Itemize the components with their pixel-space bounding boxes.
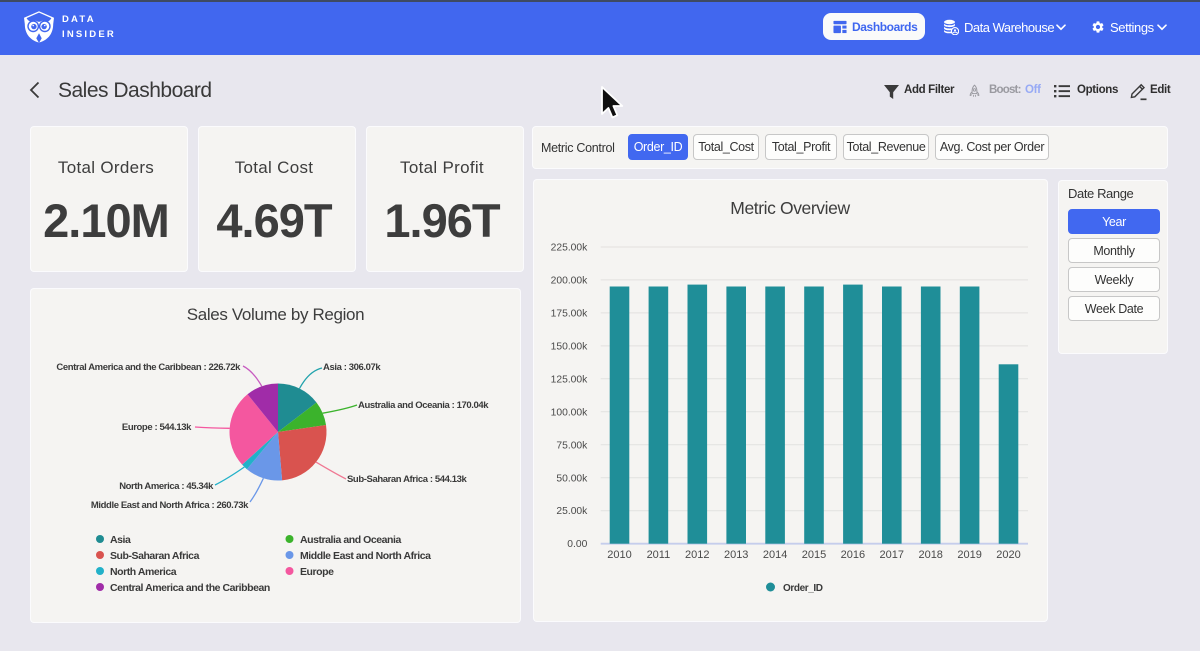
- svg-text:75.00k: 75.00k: [556, 440, 588, 451]
- svg-text:Central America and the Caribb: Central America and the Caribbean : 226.…: [56, 362, 241, 373]
- svg-text:50.00k: 50.00k: [556, 473, 588, 484]
- svg-text:2015: 2015: [802, 549, 826, 561]
- svg-text:Australia and Oceania : 170.04: Australia and Oceania : 170.04k: [358, 400, 489, 411]
- svg-text:2010: 2010: [607, 549, 631, 561]
- svg-text:2011: 2011: [647, 549, 671, 561]
- svg-text:Australia and Oceania: Australia and Oceania: [300, 534, 401, 546]
- svg-text:Europe : 544.13k: Europe : 544.13k: [122, 422, 192, 433]
- svg-text:Central America and the Caribb: Central America and the Caribbean: [110, 582, 270, 594]
- svg-text:175.00k: 175.00k: [551, 308, 588, 319]
- svg-text:200.00k: 200.00k: [551, 275, 588, 286]
- svg-text:225.00k: 225.00k: [551, 243, 588, 254]
- svg-text:2019: 2019: [957, 549, 981, 561]
- svg-text:2014: 2014: [763, 549, 787, 561]
- svg-text:Sub-Saharan Africa : 544.13k: Sub-Saharan Africa : 544.13k: [347, 474, 468, 485]
- svg-text:2018: 2018: [918, 549, 942, 561]
- svg-text:125.00k: 125.00k: [551, 374, 588, 385]
- svg-text:2012: 2012: [685, 549, 709, 561]
- svg-text:2016: 2016: [841, 549, 865, 561]
- svg-text:0.00: 0.00: [567, 539, 587, 550]
- svg-text:North America: North America: [110, 566, 177, 578]
- svg-text:100.00k: 100.00k: [551, 407, 588, 418]
- svg-text:Asia: Asia: [110, 534, 131, 546]
- svg-text:North America : 45.34k: North America : 45.34k: [119, 481, 214, 492]
- svg-text:Middle East and North Africa: Middle East and North Africa: [300, 550, 431, 562]
- svg-text:Order_ID: Order_ID: [783, 583, 823, 594]
- svg-text:Middle East and North Africa :: Middle East and North Africa : 260.73k: [91, 500, 249, 511]
- svg-text:2020: 2020: [996, 549, 1020, 561]
- svg-text:2013: 2013: [724, 549, 748, 561]
- svg-text:Asia : 306.07k: Asia : 306.07k: [323, 362, 381, 373]
- svg-text:2017: 2017: [880, 549, 904, 561]
- svg-text:Sub-Saharan Africa: Sub-Saharan Africa: [110, 550, 200, 562]
- svg-text:150.00k: 150.00k: [551, 341, 588, 352]
- svg-text:25.00k: 25.00k: [556, 506, 588, 517]
- svg-text:Europe: Europe: [300, 566, 334, 578]
- svg-text:Metric Overview: Metric Overview: [730, 198, 850, 218]
